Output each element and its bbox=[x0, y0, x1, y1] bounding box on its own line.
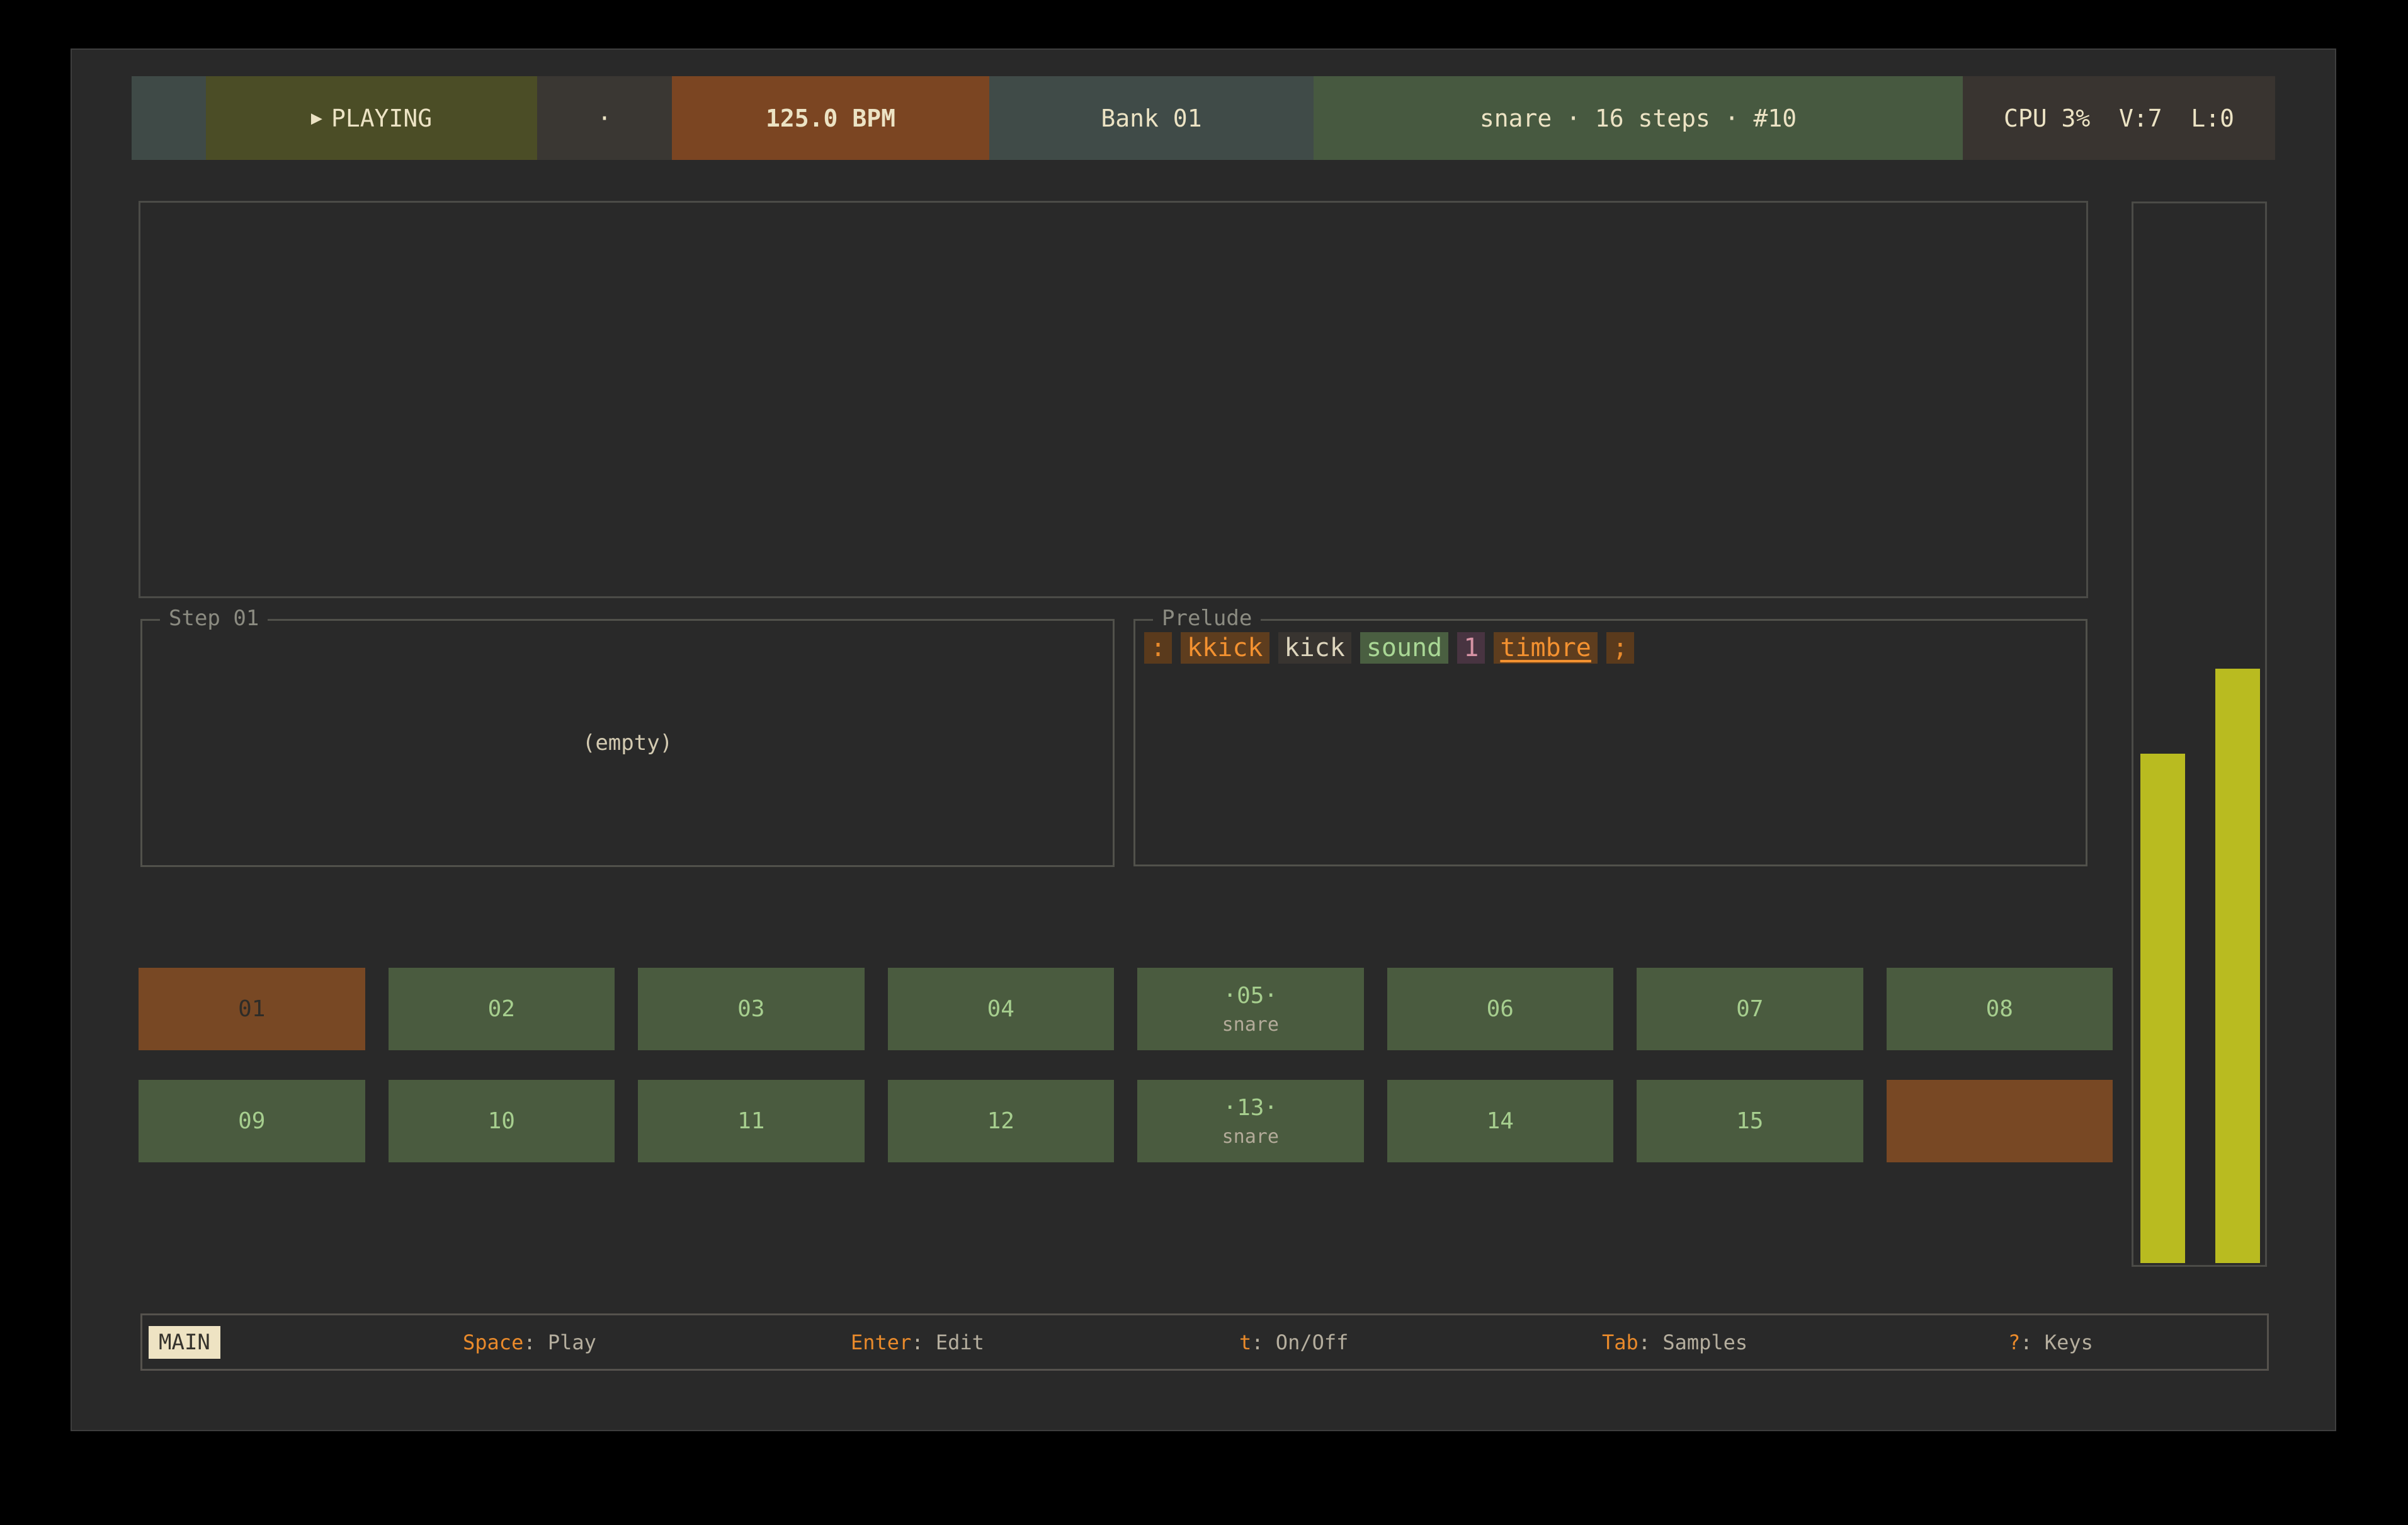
step-button-05[interactable]: ·05· snare bbox=[1137, 968, 1364, 1050]
step-button-08[interactable]: 08 bbox=[1887, 968, 2113, 1050]
step-number: 09 bbox=[238, 1108, 265, 1134]
transport-label: PLAYING bbox=[331, 105, 432, 132]
shortcut-samples: Tab: Samples bbox=[1602, 1330, 1747, 1354]
step-button-16[interactable] bbox=[1887, 1080, 2113, 1162]
prelude-token-kick: kick bbox=[1278, 632, 1351, 664]
shortcut-desc: : On/Off bbox=[1251, 1330, 1348, 1354]
app-screen: ▶ PLAYING · 125.0 BPM Bank 01 snare · 16… bbox=[0, 0, 2408, 1525]
step-button-07[interactable]: 07 bbox=[1637, 968, 1863, 1050]
step-number: 02 bbox=[488, 996, 515, 1022]
shortcut-keys: ?: Keys bbox=[2008, 1330, 2093, 1354]
step-button-06[interactable]: 06 bbox=[1387, 968, 1614, 1050]
pattern-scatter-canvas bbox=[140, 203, 2086, 596]
step-number: 07 bbox=[1736, 996, 1763, 1022]
step-button-02[interactable]: 02 bbox=[389, 968, 615, 1050]
step-number: 15 bbox=[1736, 1108, 1763, 1134]
status-bar: ▶ PLAYING · 125.0 BPM Bank 01 snare · 16… bbox=[132, 76, 2275, 160]
system-stats: CPU 3% V:7 L:0 bbox=[1963, 76, 2275, 160]
step-number: 03 bbox=[737, 996, 764, 1022]
pattern-visualization-panel bbox=[139, 201, 2088, 598]
level-meter-bar-2 bbox=[2215, 669, 2260, 1263]
step-button-12[interactable]: 12 bbox=[888, 1080, 1115, 1162]
step-button-10[interactable]: 10 bbox=[389, 1080, 615, 1162]
prelude-token-:: : bbox=[1144, 632, 1172, 664]
play-icon: ▶ bbox=[311, 107, 322, 129]
step-number: ·13· bbox=[1223, 1095, 1278, 1121]
step-sample-label: snare bbox=[1222, 1014, 1279, 1036]
bpm-display[interactable]: 125.0 BPM bbox=[672, 76, 989, 160]
shortcut-desc: : Samples bbox=[1638, 1330, 1747, 1354]
shortcut-desc: : Keys bbox=[2020, 1330, 2093, 1354]
shortcut-key: Tab bbox=[1602, 1330, 1638, 1354]
prelude-token-sound: sound bbox=[1360, 632, 1448, 664]
prelude-panel-title: Prelude bbox=[1153, 606, 1261, 631]
prelude-panel[interactable]: Prelude :kkickkicksound1timbre; bbox=[1133, 619, 2087, 866]
step-number: 12 bbox=[987, 1108, 1014, 1134]
step-number: 06 bbox=[1487, 996, 1514, 1022]
footer-bar: MAIN Space: Play Enter: Edit t: On/Off Tab:… bbox=[140, 1313, 2269, 1371]
step-button-09[interactable]: 09 bbox=[139, 1080, 365, 1162]
step-grid: 01 02 03 04 ·05· snare 06 07 08 09 10 11 12 ·13· snare… bbox=[139, 968, 2113, 1162]
step-sample-label: snare bbox=[1222, 1126, 1279, 1148]
mode-badge: MAIN bbox=[149, 1326, 220, 1359]
header-separator: · bbox=[537, 76, 672, 160]
step-button-04[interactable]: 04 bbox=[888, 968, 1115, 1050]
shortcut-key: ? bbox=[2008, 1330, 2020, 1354]
step-number: 08 bbox=[1986, 996, 2013, 1022]
shortcut-desc: : Play bbox=[523, 1330, 596, 1354]
step-detail-panel: Step 01 (empty) bbox=[140, 619, 1115, 867]
shortcut-on-off: t: On/Off bbox=[1239, 1330, 1348, 1354]
step-button-14[interactable]: 14 bbox=[1387, 1080, 1614, 1162]
step-empty-text: (empty) bbox=[142, 621, 1113, 865]
transport-status[interactable]: ▶ PLAYING bbox=[206, 76, 537, 160]
prelude-code-line: : kkick kick sound 1 timbre; bbox=[1144, 632, 1634, 664]
prelude-token-;: ; bbox=[1606, 632, 1634, 664]
track-info: snare · 16 steps · #10 bbox=[1314, 76, 1963, 160]
step-button-13[interactable]: ·13· snare bbox=[1137, 1080, 1364, 1162]
step-button-01[interactable]: 01 bbox=[139, 968, 365, 1050]
shortcut-key: t bbox=[1239, 1330, 1251, 1354]
prelude-token-1: 1 bbox=[1457, 632, 1485, 664]
shortcut-key: Enter bbox=[851, 1330, 911, 1354]
step-button-15[interactable]: 15 bbox=[1637, 1080, 1863, 1162]
prelude-token-kkick: kkick bbox=[1181, 632, 1269, 664]
shortcut-desc: : Edit bbox=[911, 1330, 984, 1354]
step-number: 10 bbox=[488, 1108, 515, 1134]
level-meter-panel bbox=[2132, 201, 2267, 1267]
prelude-token-timbre: timbre bbox=[1494, 632, 1598, 664]
bank-display[interactable]: Bank 01 bbox=[989, 76, 1314, 160]
step-number: ·05· bbox=[1223, 983, 1278, 1009]
step-number: 14 bbox=[1487, 1108, 1514, 1134]
shortcut-play: Space: Play bbox=[463, 1330, 596, 1354]
level-meter-bar-1 bbox=[2140, 754, 2185, 1263]
header-led-segment bbox=[132, 76, 206, 160]
step-number: 11 bbox=[737, 1108, 764, 1134]
step-button-03[interactable]: 03 bbox=[638, 968, 865, 1050]
app-window: ▶ PLAYING · 125.0 BPM Bank 01 snare · 16… bbox=[71, 48, 2336, 1431]
step-button-11[interactable]: 11 bbox=[638, 1080, 865, 1162]
shortcut-key: Space bbox=[463, 1330, 523, 1354]
step-number: 01 bbox=[238, 996, 265, 1022]
step-number: 04 bbox=[987, 996, 1014, 1022]
shortcut-edit: Enter: Edit bbox=[851, 1330, 984, 1354]
